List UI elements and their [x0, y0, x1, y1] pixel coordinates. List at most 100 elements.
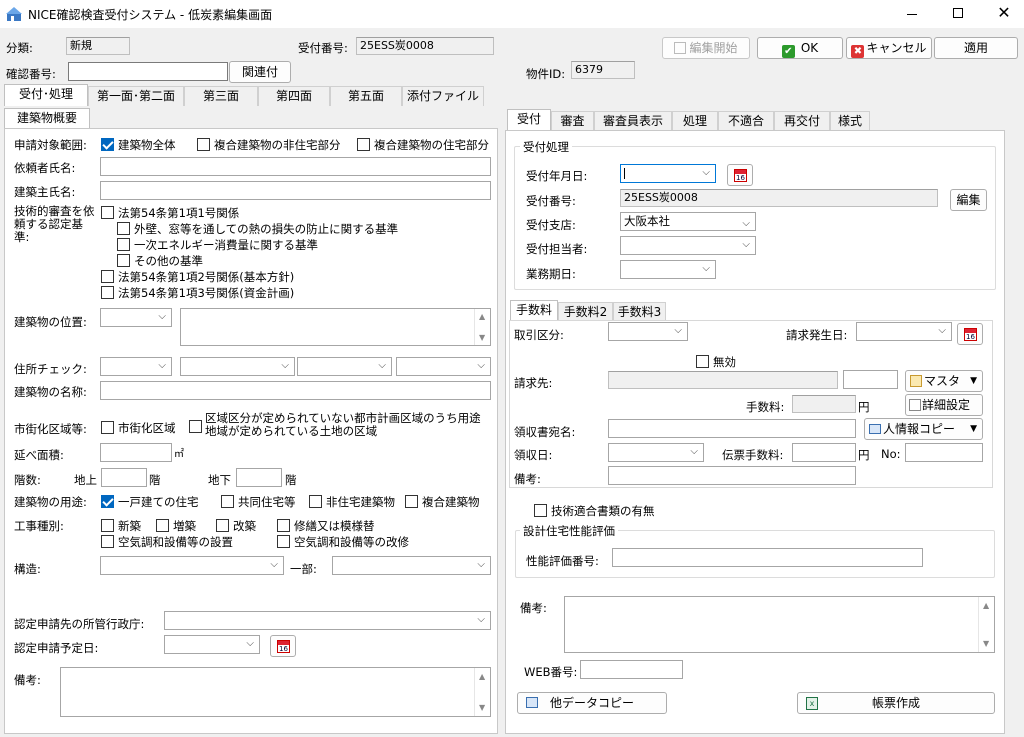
master-button[interactable]: マスタ ▼	[905, 370, 983, 392]
fee-biko-input[interactable]	[608, 466, 856, 485]
shigaika-opt-1[interactable]: 市街化区域	[101, 420, 176, 436]
muko-option[interactable]: 無効	[696, 354, 736, 370]
scrollbar[interactable]: ▲ ▼	[978, 597, 994, 652]
tab-shinsa[interactable]: 審査	[551, 111, 594, 131]
nengappi-date-picker[interactable]: ⌵	[620, 164, 716, 183]
yotei-date-picker[interactable]: ⌵	[164, 635, 260, 654]
close-button[interactable]: ✕	[990, 3, 1018, 23]
ichi-textarea[interactable]: ▲ ▼	[180, 308, 491, 346]
shosai-button[interactable]: 詳細設定	[905, 394, 983, 416]
scroll-up-icon[interactable]: ▲	[479, 312, 485, 321]
jusho-select-2[interactable]: ⌵	[180, 357, 295, 376]
tanto-select[interactable]: ⌵	[620, 236, 756, 255]
checkbox[interactable]	[101, 495, 114, 508]
gijutsu-opt-2[interactable]: 法第54条第1項2号関係(基本方針)	[101, 269, 294, 285]
yoto-opt-hijutaku[interactable]: 非住宅建築物	[309, 494, 395, 510]
seikyu-code-input[interactable]	[843, 370, 898, 389]
jusho-select-1[interactable]: ⌵	[100, 357, 172, 376]
jusho-select-4[interactable]: ⌵	[396, 357, 491, 376]
kozo-select[interactable]: ⌵	[100, 556, 284, 575]
scroll-down-icon[interactable]: ▼	[983, 639, 989, 648]
no-input[interactable]	[905, 443, 983, 462]
menseki-input[interactable]	[100, 443, 172, 462]
maximize-button[interactable]	[944, 4, 972, 24]
koji-opt-kaichiku[interactable]: 改築	[216, 518, 256, 534]
tab-shinsain[interactable]: 審査員表示	[594, 111, 672, 131]
checkbox[interactable]	[696, 355, 709, 368]
jinjoho-copy-button[interactable]: 人情報コピー ▼	[864, 418, 983, 440]
web-input[interactable]	[580, 660, 683, 679]
denpyo-input[interactable]	[792, 443, 856, 462]
tab-tenpu[interactable]: 添付ファイル	[402, 86, 484, 106]
checkbox[interactable]	[101, 206, 114, 219]
gijutsu-opt-energy[interactable]: 一次エネルギー消費量に関する基準	[117, 237, 318, 253]
checkbox[interactable]	[221, 495, 234, 508]
seino-input[interactable]	[612, 548, 923, 567]
right-biko-textarea[interactable]: ▲ ▼	[564, 596, 995, 653]
checkbox[interactable]	[309, 495, 322, 508]
checkbox[interactable]	[405, 495, 418, 508]
bango-edit-button[interactable]: 編集	[950, 189, 987, 211]
shokan-select[interactable]: ⌵	[164, 611, 491, 630]
scrollbar[interactable]: ▲ ▼	[474, 668, 490, 716]
checkbox[interactable]	[357, 138, 370, 151]
minimize-button[interactable]	[898, 4, 926, 24]
kanren-button[interactable]: 関連付	[229, 61, 291, 83]
kenchikunushi-input[interactable]	[100, 181, 491, 200]
atena-input[interactable]	[608, 419, 856, 438]
koji-opt-shinchiku[interactable]: 新築	[101, 518, 141, 534]
checkbox[interactable]	[101, 421, 114, 434]
checkbox[interactable]	[534, 504, 547, 517]
tab-shori[interactable]: 処理	[672, 111, 718, 131]
yoto-opt-fukugo[interactable]: 複合建築物	[405, 494, 480, 510]
nengappi-calendar-button[interactable]: 16	[727, 164, 753, 186]
checkbox[interactable]	[117, 238, 130, 251]
koji-opt-shuzen[interactable]: 修繕又は模様替	[277, 518, 375, 534]
apply-button[interactable]: 適用	[934, 37, 1018, 59]
other-data-copy-button[interactable]: 他データコピー	[517, 692, 667, 714]
report-button[interactable]: x 帳票作成	[797, 692, 995, 714]
gijutsu-opt-3[interactable]: 法第54条第1項3号関係(資金計画)	[101, 285, 294, 301]
shinsei-opt-hijutaku[interactable]: 複合建築物の非住宅部分	[197, 137, 341, 153]
shigaika-opt-2[interactable]	[189, 420, 206, 434]
gijutsu-opt-1[interactable]: 法第54条第1項1号関係	[101, 205, 239, 221]
tab-saikofu[interactable]: 再交付	[774, 111, 830, 131]
tab-tesuryo2[interactable]: 手数料2	[558, 302, 613, 322]
ichi-select[interactable]: ⌵	[100, 308, 172, 327]
checkbox[interactable]	[101, 270, 114, 283]
tab-daiyonmen[interactable]: 第四面	[258, 86, 330, 106]
checkbox[interactable]	[101, 519, 114, 532]
chijo-input[interactable]	[101, 468, 147, 487]
koji-opt-secchi[interactable]: 空気調和設備等の設置	[101, 534, 233, 550]
chika-input[interactable]	[236, 468, 282, 487]
shiten-select[interactable]: 大阪本社 ⌵	[620, 212, 756, 231]
tab-futekigo[interactable]: 不適合	[718, 111, 774, 131]
checkbox[interactable]	[117, 254, 130, 267]
hassei-calendar-button[interactable]: 16	[957, 323, 983, 345]
tab-tesuryo[interactable]: 手数料	[510, 300, 558, 322]
tab-kenchikubutsu-gaiyo[interactable]: 建築物概要	[4, 108, 90, 130]
checkbox[interactable]	[277, 519, 290, 532]
left-biko-textarea[interactable]: ▲ ▼	[60, 667, 491, 717]
checkbox[interactable]	[101, 138, 114, 151]
gijutsu-opt-gaiheki[interactable]: 外壁、窓等を通しての熱の損失の防止に関する基準	[117, 221, 398, 237]
meisho-input[interactable]	[100, 381, 491, 400]
tab-uketsuke[interactable]: 受付	[507, 109, 551, 131]
yotei-calendar-button[interactable]: 16	[270, 635, 296, 657]
hassei-date-picker[interactable]: ⌵	[856, 322, 952, 341]
kakunin-input[interactable]	[68, 62, 228, 81]
scroll-down-icon[interactable]: ▼	[479, 333, 485, 342]
tab-yoshiki[interactable]: 様式	[830, 111, 870, 131]
tab-uketsuke-shori[interactable]: 受付･処理	[4, 84, 88, 106]
kijitsu-date-picker[interactable]: ⌵	[620, 260, 716, 279]
tab-tesuryo3[interactable]: 手数料3	[613, 302, 666, 322]
checkbox[interactable]	[117, 222, 130, 235]
irai-input[interactable]	[100, 157, 491, 176]
tab-daiichimen[interactable]: 第一面･第二面	[88, 86, 184, 106]
checkbox[interactable]	[277, 535, 290, 548]
ichibu-select[interactable]: ⌵	[332, 556, 491, 575]
shinsei-opt-jutaku[interactable]: 複合建築物の住宅部分	[357, 137, 489, 153]
scroll-up-icon[interactable]: ▲	[983, 601, 989, 610]
edit-start-button[interactable]: 編集開始	[662, 37, 750, 59]
tab-daisanmen[interactable]: 第三面	[184, 86, 258, 106]
